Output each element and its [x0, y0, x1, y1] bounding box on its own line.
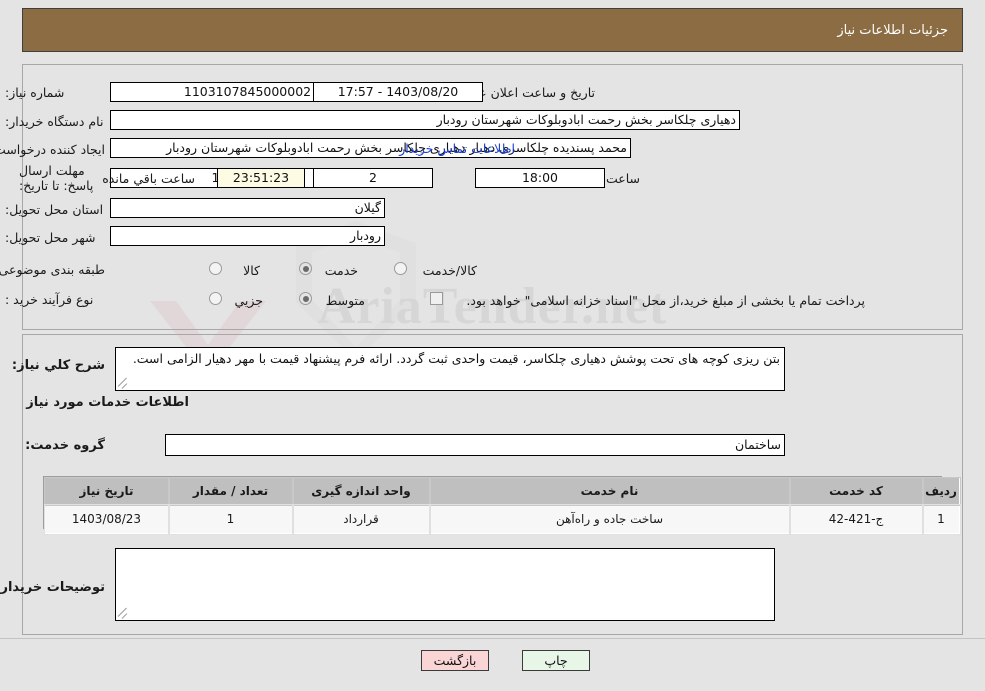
creator-label: ایجاد کننده درخواست:	[0, 142, 105, 157]
days-value: 2	[313, 168, 433, 188]
radio-category-kala-khedmat[interactable]	[394, 262, 407, 275]
col-row: ردیف	[921, 476, 961, 506]
radio-process-medium-label: متوسط	[325, 293, 365, 308]
province-label: استان محل تحویل:	[5, 202, 104, 217]
summary-label: شرح کلي نیاز:	[11, 358, 105, 373]
footer-divider	[0, 638, 985, 639]
cell-quantity: 1	[167, 503, 294, 535]
hour-label: ساعت	[605, 171, 640, 186]
buyer-org-label: نام دستگاه خریدار:	[5, 114, 104, 129]
buyer-org-value: دهیاری چلکاسر بخش رحمت ابادوبلوکات شهرست…	[110, 110, 740, 130]
col-service-code: کد خدمت	[788, 476, 924, 506]
radio-category-kala-khedmat-label: کالا/خدمت	[422, 263, 477, 278]
cell-row: 1	[921, 503, 961, 535]
radio-category-khedmat[interactable]	[299, 262, 312, 275]
radio-category-kala[interactable]	[209, 262, 222, 275]
cell-unit: قرارداد	[291, 503, 431, 535]
announce-datetime-value: 1403/08/20 - 17:57	[313, 82, 483, 102]
print-button[interactable]: چاپ	[522, 650, 590, 671]
creator-value: محمد پسندیده چلکاسری دهیار دهیاری چلکاسر…	[110, 138, 631, 158]
services-heading: اطلاعات خدمات مورد نیاز	[26, 395, 189, 410]
category-label: طبقه بندی موضوعی:	[0, 262, 105, 277]
cell-need-date: 1403/08/23	[43, 503, 170, 535]
need-info-panel	[22, 64, 963, 330]
radio-category-kala-label: کالا	[243, 263, 260, 278]
radio-process-minor-label: جزیي	[234, 293, 263, 308]
need-number-label: شماره نیاز:	[5, 85, 65, 100]
table-header-row: ردیف کد خدمت نام خدمت واحد اندازه گیری ت…	[43, 476, 961, 506]
radio-category-khedmat-label: خدمت	[324, 263, 358, 278]
service-group-value: ساختمان	[165, 434, 785, 456]
hour-value: 18:00	[475, 168, 605, 188]
province-value: گیلان	[110, 198, 385, 218]
countdown-label: ساعت باقي مانده	[102, 171, 195, 186]
table-row[interactable]: 1 ج-421-42 ساخت جاده و راه‌آهن قرارداد 1…	[43, 503, 961, 535]
cell-service-code: ج-421-42	[788, 503, 924, 535]
radio-process-minor[interactable]	[209, 292, 222, 305]
buyer-notes-label: توضیحات خریدار:	[0, 580, 105, 595]
back-button[interactable]: بازگشت	[421, 650, 489, 671]
page-header: جزئیات اطلاعات نیاز	[22, 8, 963, 52]
resize-grip-icon-notes[interactable]	[118, 608, 129, 619]
treasury-checkbox[interactable]	[430, 292, 443, 305]
buyer-notes-textarea[interactable]	[115, 548, 775, 621]
city-value: رودبار	[110, 226, 385, 246]
col-need-date: تاریخ نیاز	[43, 476, 170, 506]
summary-text: بتن ریزی کوچه های تحت پوشش دهیاری چلکاسر…	[132, 351, 780, 366]
treasury-checkbox-label: پرداخت تمام یا بخشی از مبلغ خرید،از محل …	[466, 293, 865, 308]
col-service-name: نام خدمت	[428, 476, 791, 506]
cell-service-name: ساخت جاده و راه‌آهن	[428, 503, 791, 535]
col-quantity: تعداد / مقدار	[167, 476, 294, 506]
services-table: ردیف کد خدمت نام خدمت واحد اندازه گیری ت…	[43, 476, 961, 535]
summary-textarea[interactable]: بتن ریزی کوچه های تحت پوشش دهیاری چلکاسر…	[115, 347, 785, 391]
col-unit: واحد اندازه گیری	[291, 476, 431, 506]
city-label: شهر محل تحویل:	[5, 230, 96, 245]
countdown-value: 23:51:23	[217, 168, 305, 188]
resize-grip-icon[interactable]	[118, 378, 129, 389]
service-group-label: گروه خدمت:	[25, 438, 105, 453]
buyer-contact-link[interactable]: اطلاعات تماس خریدار	[399, 141, 515, 156]
deadline-label: مهلت ارسال پاسخ: تا تاریخ:	[19, 163, 94, 193]
radio-process-medium[interactable]	[299, 292, 312, 305]
page-title: جزئیات اطلاعات نیاز	[837, 22, 948, 38]
process-label: نوع فرآیند خرید :	[5, 292, 94, 307]
